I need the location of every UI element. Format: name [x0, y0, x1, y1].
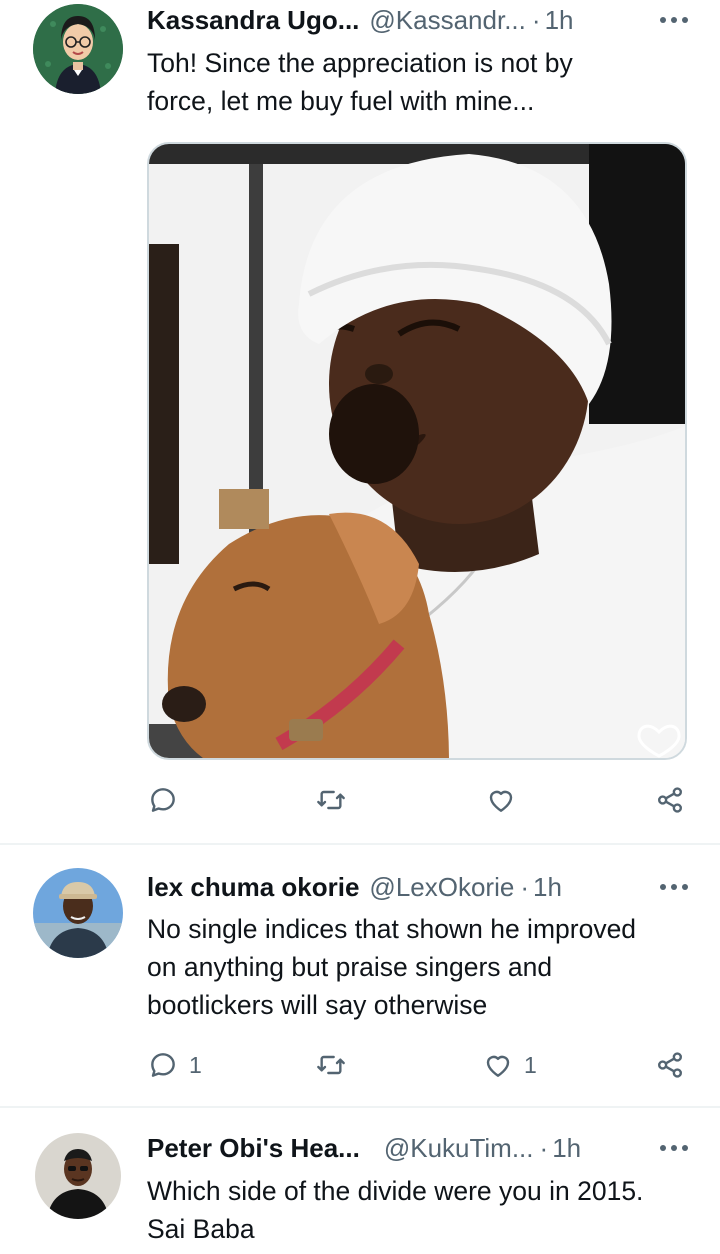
retweet-icon: [317, 1055, 345, 1075]
handle[interactable]: @KukuTim...: [384, 1133, 534, 1164]
tweet-2[interactable]: lex chuma okorie @LexOkorie · 1h No sing…: [0, 845, 720, 1107]
separator-dot: ·: [520, 871, 529, 902]
tweet-3[interactable]: Peter Obi's Hea... @KukuTim... · 1h Whic…: [0, 1108, 720, 1254]
share-button[interactable]: [654, 780, 686, 820]
tweet-header: lex chuma okorie @LexOkorie · 1h: [147, 867, 690, 907]
display-name[interactable]: Kassandra Ugo...: [147, 5, 359, 36]
like-icon: [486, 1055, 510, 1077]
reply-count: 1: [189, 1051, 202, 1078]
avatar[interactable]: [33, 4, 123, 94]
tweet-actions: 1 1: [0, 1045, 720, 1085]
tweet-text-line: Toh! Since the appreciation is not by: [147, 48, 573, 78]
like-button[interactable]: [485, 780, 517, 820]
retweet-button[interactable]: [315, 1045, 347, 1085]
tweet-text-line: Which side of the divide were you in 201…: [147, 1176, 644, 1206]
more-icon[interactable]: [658, 1128, 690, 1168]
tweet-media-image[interactable]: [147, 142, 687, 760]
tweet-text-line: force, let me buy fuel with mine...: [147, 86, 535, 116]
retweet-button[interactable]: [315, 780, 347, 820]
reply-button[interactable]: 1: [147, 1045, 202, 1085]
avatar[interactable]: [33, 868, 123, 958]
display-name[interactable]: Peter Obi's Hea...: [147, 1133, 360, 1164]
tweet-text: Which side of the divide were you in 201…: [147, 1172, 690, 1248]
like-count: 1: [524, 1051, 537, 1078]
tweet-text-line: on anything but praise singers and: [147, 952, 553, 982]
share-icon: [658, 787, 682, 813]
separator-dot: ·: [539, 1132, 549, 1163]
tweet-header: Kassandra Ugo... @Kassandr... · 1h: [147, 0, 690, 40]
timestamp[interactable]: 1h: [552, 1133, 581, 1164]
share-button[interactable]: [654, 1045, 686, 1085]
tweet-header: Peter Obi's Hea... @KukuTim... · 1h: [147, 1128, 690, 1168]
share-icon: [658, 1052, 682, 1078]
avatar[interactable]: [35, 1133, 121, 1219]
like-button[interactable]: 1: [482, 1045, 537, 1085]
more-icon[interactable]: [658, 867, 690, 907]
tweet-text: Toh! Since the appreciation is not by fo…: [147, 44, 690, 120]
separator-dot: ·: [531, 4, 541, 35]
tweet-text-line: No single indices that shown he improved: [147, 914, 637, 944]
tweet-actions: [0, 780, 720, 820]
more-icon[interactable]: [658, 0, 690, 40]
avatar-image-icon: [33, 868, 123, 958]
tweet-text-line: bootlickers will say otherwise: [147, 990, 488, 1020]
reply-icon: [151, 788, 175, 812]
reply-icon: [151, 1053, 175, 1077]
tweet-1[interactable]: Kassandra Ugo... @Kassandr... · 1h Toh! …: [0, 0, 720, 845]
tweet-text: No single indices that shown he improved…: [147, 910, 690, 1024]
like-icon: [489, 790, 513, 812]
tweet-text-line: Sai Baba: [147, 1214, 255, 1244]
timestamp[interactable]: 1h: [545, 5, 574, 36]
timestamp[interactable]: 1h: [533, 872, 562, 903]
handle[interactable]: @Kassandr...: [369, 5, 525, 36]
avatar-image-icon: [33, 4, 123, 94]
display-name[interactable]: lex chuma okorie: [147, 872, 359, 903]
avatar-image-icon: [35, 1133, 121, 1219]
handle[interactable]: @LexOkorie: [369, 872, 514, 903]
reply-button[interactable]: [147, 780, 179, 820]
retweet-icon: [317, 790, 345, 810]
photo-man-and-dog-icon: [149, 144, 685, 758]
